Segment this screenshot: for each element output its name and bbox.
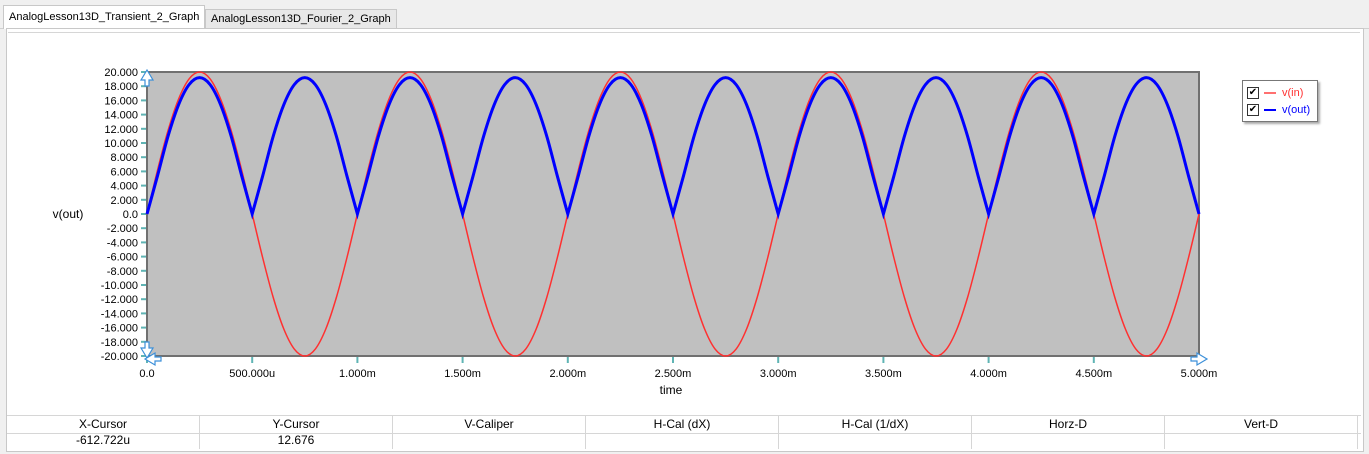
y-tick-label: -6.000 [107,252,138,264]
x-tick-label: 0.0 [139,368,154,380]
transient-chart[interactable]: 20.000 18.000 16.000 14.000 12.000 10.000 8.00… [0,0,1369,454]
y-tick-label: -20.000 [101,351,138,363]
y-tick-label: -18.000 [101,337,138,349]
y-tick-label: -14.000 [101,308,138,320]
column-header: X-Cursor [7,416,200,433]
cursor-value: -612.722u [7,432,200,449]
cursor-value [972,432,1165,449]
y-tick-label: 8.000 [110,152,138,164]
checkbox-vout[interactable]: ✔ [1247,104,1259,116]
cursor-table: X-Cursor Y-Cursor V-Caliper H-Cal (dX) H-Cal… [7,415,1361,449]
y-tick-label: -16.000 [101,323,138,335]
cursor-value [393,432,586,449]
y-tick-label: 12.000 [104,124,138,136]
y-tick-label: 16.000 [104,95,138,107]
checkbox-vin[interactable]: ✔ [1247,87,1259,99]
cursor-value: 12.676 [200,432,393,449]
y-tick-label: 6.000 [110,166,138,178]
cursor-value [586,432,779,449]
y-tick-label: -4.000 [107,237,138,249]
column-header: H-Cal (dX) [586,416,779,433]
legend-swatch-vin [1264,92,1276,94]
x-tick-label: 2.500m [655,368,692,380]
legend-item-vout[interactable]: ✔ v(out) [1247,103,1310,117]
column-header: V-Caliper [393,416,586,433]
x-tick-label: 3.000m [760,368,797,380]
y-tick-label: 4.000 [110,181,138,193]
x-tick-label: 2.000m [549,368,586,380]
legend-label-vout: v(out) [1282,104,1311,116]
y-tick-label: 0.0 [123,209,138,221]
y-tick-label: -2.000 [107,223,138,235]
x-tick-label: 1.500m [444,368,481,380]
y-axis-label: v(out) [53,207,84,221]
y-tick-label: -8.000 [107,266,138,278]
legend-swatch-vout [1264,109,1276,111]
x-tick-label: 3.500m [865,368,902,380]
legend-label-vin: v(in) [1282,87,1304,99]
x-tick-label: 5.000m [1181,368,1218,380]
y-tick-label: 10.000 [104,138,138,150]
x-tick-label: 4.500m [1075,368,1112,380]
x-tick-label: 1.000m [339,368,376,380]
x-tick-label: 500.000u [229,368,275,380]
column-header: Vert-D [1165,416,1358,433]
y-tick-label: 14.000 [104,110,138,122]
column-header: Horz-D [972,416,1165,433]
y-tick-label: -10.000 [101,280,138,292]
y-tick-label: 18.000 [104,81,138,93]
legend-item-vin[interactable]: ✔ v(in) [1247,86,1303,100]
column-header: H-Cal (1/dX) [779,416,972,433]
cursor-value [1165,432,1358,449]
y-tick-label: 2.000 [110,195,138,207]
legend: ✔ v(in) ✔ v(out) [1242,80,1318,122]
x-tick-label: 4.000m [970,368,1007,380]
y-tick-label: -12.000 [101,294,138,306]
y-tick-label: 20.000 [104,67,138,79]
x-axis-label: time [660,383,683,397]
cursor-value [779,432,972,449]
column-header: Y-Cursor [200,416,393,433]
